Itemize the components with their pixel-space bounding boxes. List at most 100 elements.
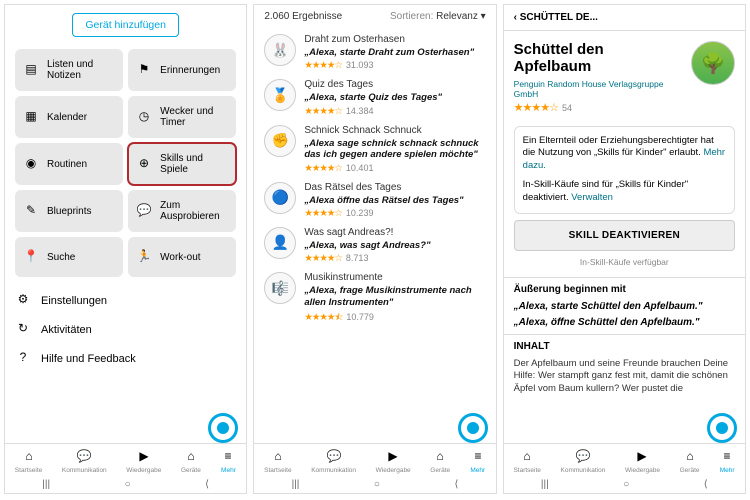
svg-text:≡: ≡ <box>225 449 232 463</box>
nav-geraete[interactable]: ⌂Geräte <box>680 448 700 474</box>
skill-item[interactable]: ✊ Schnick Schnack Schnuck „Alexa sage sc… <box>264 125 485 174</box>
svg-text:⌂: ⌂ <box>437 449 444 463</box>
publisher-link[interactable]: Penguin Random House Verlagsgruppe GmbH <box>514 79 683 99</box>
tile-suche[interactable]: 📍 Suche <box>15 237 123 277</box>
tile-label: Suche <box>47 252 75 263</box>
play-icon: ▶ <box>634 448 650 466</box>
skill-item[interactable]: 👤 Was sagt Andreas?! „Alexa, was sagt An… <box>264 227 485 264</box>
tile-listen[interactable]: ▤Listen und Notizen <box>15 49 123 91</box>
content-heading: INHALT <box>514 341 735 352</box>
svg-text:💬: 💬 <box>77 449 92 463</box>
menu-icon: ≡ <box>470 448 486 466</box>
svg-text:⌂: ⌂ <box>25 449 32 463</box>
run-icon: 🏃 <box>136 248 152 267</box>
tile-ausprobieren[interactable]: 💬Zum Ausprobieren <box>128 190 236 232</box>
nav-mehr[interactable]: ≡Mehr <box>220 448 236 474</box>
skill-name: Das Rätsel des Tages <box>304 182 485 193</box>
tile-kalender[interactable]: ▦Kalender <box>15 96 123 138</box>
tile-label: Blueprints <box>47 206 91 217</box>
pin-icon: 📍 <box>23 248 39 267</box>
skill-phrase: „Alexa, frage Musikinstrumente nach alle… <box>304 285 485 308</box>
result-count: 2.060 Ergebnisse <box>264 11 342 22</box>
svg-text:🏃: 🏃 <box>137 249 152 263</box>
skill-name: Quiz des Tages <box>304 79 485 90</box>
skill-rating: ★★★★⯪10.779 <box>304 310 485 326</box>
menu-aktivitaeten[interactable]: ↻Aktivitäten <box>15 320 236 339</box>
svg-text:▤: ▤ <box>25 62 36 76</box>
skill-phrase: „Alexa, starte Draht zum Osterhasen" <box>304 47 485 58</box>
svg-text:?: ? <box>20 350 27 364</box>
skill-item[interactable]: 🏅 Quiz des Tages „Alexa, starte Quiz des… <box>264 79 485 116</box>
skill-icon: 🏅 <box>264 79 296 111</box>
nav-mehr[interactable]: ≡Mehr <box>719 448 735 474</box>
nav-wiedergabe[interactable]: ▶Wiedergabe <box>376 448 411 474</box>
menu-hilfe[interactable]: ?Hilfe und Feedback <box>15 349 236 368</box>
add-device-button[interactable]: Gerät hinzufügen <box>72 13 179 37</box>
skill-item[interactable]: 🐰 Draht zum Osterhasen „Alexa, starte Dr… <box>264 34 485 71</box>
svg-text:◉: ◉ <box>26 156 36 170</box>
help-icon: ? <box>15 349 31 368</box>
sort-dropdown[interactable]: Sortieren: Relevanz ▾ <box>390 11 486 22</box>
skill-rating: ★★★★☆10.239 <box>304 208 485 219</box>
svg-text:💬: 💬 <box>137 203 152 217</box>
tile-skills[interactable]: ⊕Skills und Spiele <box>128 143 236 185</box>
alexa-fab[interactable] <box>458 413 488 443</box>
skill-phrase: „Alexa öffne das Rätsel des Tages" <box>304 195 485 206</box>
skill-phrase: „Alexa, was sagt Andreas?" <box>304 240 485 251</box>
manage-link[interactable]: Verwalten <box>571 192 613 203</box>
utterance: „Alexa, starte Schüttel den Apfelbaum." <box>514 301 735 312</box>
flag-icon: ⚑ <box>136 61 152 80</box>
skill-name: Schnick Schnack Schnuck <box>304 125 485 136</box>
tile-label: Routinen <box>47 159 87 170</box>
svg-text:▦: ▦ <box>25 109 36 123</box>
menu-einstellungen[interactable]: ⚙Einstellungen <box>15 291 236 310</box>
breadcrumb[interactable]: ‹ SCHÜTTEL DE... <box>504 5 745 31</box>
skill-item[interactable]: 🎼 Musikinstrumente „Alexa, frage Musikin… <box>264 272 485 326</box>
tile-routinen[interactable]: ◉ Routinen <box>15 143 123 185</box>
svg-text:💬: 💬 <box>326 449 341 463</box>
skill-icon: ✊ <box>264 125 296 157</box>
skill-title: Schüttel den Apfelbaum <box>514 41 683 76</box>
tile-label: Wecker und Timer <box>160 106 228 128</box>
svg-text:📍: 📍 <box>24 249 39 263</box>
svg-text:↻: ↻ <box>18 321 28 335</box>
rating[interactable]: ★★★★☆54 <box>514 101 683 114</box>
svg-text:▶: ▶ <box>638 449 648 463</box>
home-icon: ⌂ <box>270 448 286 466</box>
nav-startseite[interactable]: ⌂Startseite <box>15 448 42 474</box>
tile-wecker[interactable]: ◷Wecker und Timer <box>128 96 236 138</box>
deactivate-skill-button[interactable]: SKILL DEAKTIVIEREN <box>514 220 735 251</box>
skill-rating: ★★★★☆10.401 <box>304 163 485 174</box>
history-icon: ↻ <box>15 320 31 339</box>
skill-name: Was sagt Andreas?! <box>304 227 485 238</box>
tile-workout[interactable]: 🏃Work-out <box>128 237 236 277</box>
nav-geraete[interactable]: ⌂Geräte <box>181 448 201 474</box>
nav-kommunikation[interactable]: 💬Kommunikation <box>311 448 356 474</box>
nav-startseite[interactable]: ⌂Startseite <box>264 448 291 474</box>
nav-kommunikation[interactable]: 💬Kommunikation <box>62 448 107 474</box>
skill-name: Musikinstrumente <box>304 272 485 283</box>
skill-item[interactable]: 🔵 Das Rätsel des Tages „Alexa öffne das … <box>264 182 485 219</box>
tile-erinnerungen[interactable]: ⚑Erinnerungen <box>128 49 236 91</box>
nav-wiedergabe[interactable]: ▶Wiedergabe <box>126 448 161 474</box>
nav-geraete[interactable]: ⌂Geräte <box>430 448 450 474</box>
svg-text:⌂: ⌂ <box>274 449 281 463</box>
alexa-fab[interactable] <box>707 413 737 443</box>
svg-text:💬: 💬 <box>575 449 590 463</box>
tile-blueprints[interactable]: ✎Blueprints <box>15 190 123 232</box>
skill-rating: ★★★★☆8.713 <box>304 253 485 264</box>
svg-text:▶: ▶ <box>139 449 149 463</box>
pane-skill-detail: ‹ SCHÜTTEL DE... Schüttel den Apfelbaum … <box>503 4 746 494</box>
nav-wiedergabe[interactable]: ▶Wiedergabe <box>625 448 660 474</box>
svg-text:⌂: ⌂ <box>686 449 693 463</box>
nav-startseite[interactable]: ⌂Startseite <box>513 448 540 474</box>
skill-icon: 👤 <box>264 227 296 259</box>
nav-kommunikation[interactable]: 💬Kommunikation <box>561 448 606 474</box>
skill-icon: 🔵 <box>264 182 296 214</box>
play-icon: ▶ <box>136 448 152 466</box>
chat-icon: 💬 <box>326 448 342 466</box>
svg-text:▶: ▶ <box>389 449 399 463</box>
nav-mehr[interactable]: ≡Mehr <box>470 448 486 474</box>
svg-text:≡: ≡ <box>724 449 731 463</box>
play-icon: ▶ <box>385 448 401 466</box>
